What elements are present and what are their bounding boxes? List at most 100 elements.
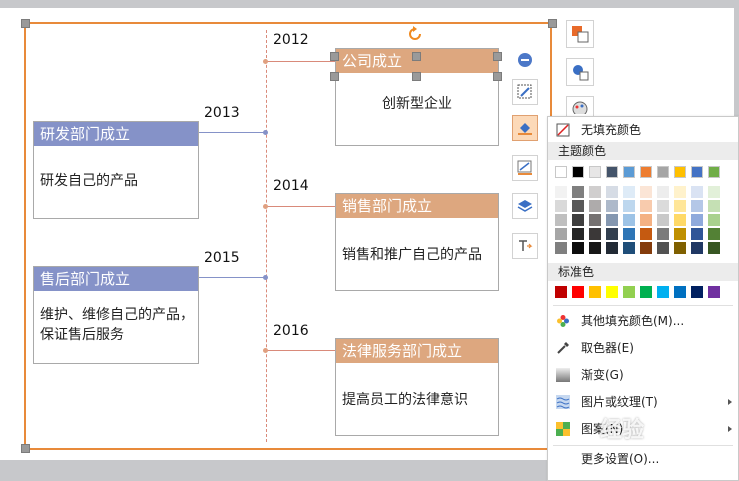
theme-shade-swatch[interactable] (623, 228, 635, 240)
theme-shade-swatch[interactable] (623, 214, 635, 226)
theme-shade-swatch[interactable] (657, 186, 669, 198)
event-card-2014[interactable]: 销售部门成立 销售和推广自己的产品 (335, 193, 499, 291)
theme-color-swatch[interactable] (657, 166, 669, 178)
resize-handle[interactable] (330, 72, 339, 81)
standard-color-swatch[interactable] (657, 286, 669, 298)
resize-handle[interactable] (412, 52, 421, 61)
theme-shade-swatch[interactable] (555, 242, 567, 254)
theme-shade-swatch[interactable] (589, 186, 601, 198)
remove-item-button[interactable] (518, 53, 532, 67)
standard-color-swatch[interactable] (589, 286, 601, 298)
standard-color-swatch[interactable] (708, 286, 720, 298)
theme-shade-swatch[interactable] (708, 186, 720, 198)
theme-shade-swatch[interactable] (555, 228, 567, 240)
theme-shade-swatch[interactable] (708, 200, 720, 212)
theme-shade-swatch[interactable] (640, 186, 652, 198)
theme-shade-swatch[interactable] (674, 200, 686, 212)
resize-handle[interactable] (330, 52, 339, 61)
text-wrap-button[interactable] (512, 233, 538, 259)
theme-shade-swatch[interactable] (589, 228, 601, 240)
theme-shade-swatch[interactable] (657, 228, 669, 240)
rotate-handle-icon[interactable] (408, 26, 422, 42)
theme-shade-swatch[interactable] (606, 186, 618, 198)
standard-color-swatch[interactable] (555, 286, 567, 298)
theme-shade-swatch[interactable] (623, 186, 635, 198)
theme-shade-swatch[interactable] (674, 186, 686, 198)
theme-shade-swatch[interactable] (674, 214, 686, 226)
theme-shade-swatch[interactable] (691, 242, 703, 254)
standard-color-swatch[interactable] (674, 286, 686, 298)
resize-handle-bottom-left[interactable] (21, 444, 30, 453)
resize-handle[interactable] (412, 72, 421, 81)
standard-color-swatch[interactable] (606, 286, 618, 298)
more-settings-option[interactable]: 更多设置(O)... (548, 447, 738, 471)
fill-color-button[interactable] (512, 115, 538, 141)
theme-shade-swatch[interactable] (623, 242, 635, 254)
theme-shade-swatch[interactable] (691, 228, 703, 240)
line-color-button[interactable] (512, 155, 538, 181)
standard-color-swatch[interactable] (640, 286, 652, 298)
theme-shade-swatch[interactable] (640, 228, 652, 240)
theme-shade-swatch[interactable] (555, 214, 567, 226)
theme-shade-swatch[interactable] (657, 200, 669, 212)
properties-panel-button[interactable] (566, 58, 594, 86)
theme-shade-swatch[interactable] (589, 214, 601, 226)
theme-shade-swatch[interactable] (572, 242, 584, 254)
theme-shade-swatch[interactable] (555, 200, 567, 212)
theme-color-swatch[interactable] (708, 166, 720, 178)
theme-shade-swatch[interactable] (674, 242, 686, 254)
theme-shade-swatch[interactable] (606, 242, 618, 254)
picture-texture-option[interactable]: 图片或纹理(T) (548, 390, 738, 414)
theme-shade-swatch[interactable] (640, 200, 652, 212)
theme-shade-swatch[interactable] (691, 186, 703, 198)
theme-shade-swatch[interactable] (708, 214, 720, 226)
theme-shade-swatch[interactable] (657, 214, 669, 226)
theme-color-swatch[interactable] (589, 166, 601, 178)
more-fill-colors-option[interactable]: 其他填充颜色(M)... (548, 309, 738, 333)
theme-shade-swatch[interactable] (572, 214, 584, 226)
theme-color-swatch[interactable] (623, 166, 635, 178)
no-fill-option[interactable]: 无填充颜色 (548, 118, 738, 142)
theme-shade-swatch[interactable] (606, 200, 618, 212)
standard-color-swatch[interactable] (691, 286, 703, 298)
theme-shade-swatch[interactable] (606, 228, 618, 240)
theme-shade-swatch[interactable] (657, 242, 669, 254)
theme-color-swatch[interactable] (572, 166, 584, 178)
resize-handle-top-right[interactable] (548, 19, 557, 28)
event-card-2012[interactable]: 公司成立 创新型企业 (335, 48, 499, 146)
theme-shade-swatch[interactable] (640, 214, 652, 226)
theme-shade-swatch[interactable] (555, 186, 567, 198)
standard-color-swatch[interactable] (623, 286, 635, 298)
theme-shade-swatch[interactable] (708, 242, 720, 254)
theme-color-swatch[interactable] (640, 166, 652, 178)
theme-shade-swatch[interactable] (691, 214, 703, 226)
theme-shade-swatch[interactable] (572, 200, 584, 212)
theme-color-swatch[interactable] (555, 166, 567, 178)
theme-shade-swatch[interactable] (640, 242, 652, 254)
layers-button[interactable] (512, 193, 538, 219)
standard-color-swatch[interactable] (572, 286, 584, 298)
gradient-option[interactable]: 渐变(G) (548, 363, 738, 387)
theme-shade-swatch[interactable] (623, 200, 635, 212)
palette-panel-button[interactable] (566, 96, 594, 116)
theme-shade-swatch[interactable] (606, 214, 618, 226)
theme-shade-swatch[interactable] (572, 186, 584, 198)
outline-style-button[interactable] (512, 79, 538, 105)
resize-handle-top-left[interactable] (21, 19, 30, 28)
shape-panel-button[interactable] (566, 20, 594, 48)
resize-handle[interactable] (493, 52, 502, 61)
theme-shade-swatch[interactable] (572, 228, 584, 240)
theme-color-swatch[interactable] (606, 166, 618, 178)
resize-handle[interactable] (493, 72, 502, 81)
event-card-2015[interactable]: 售后部门成立 维护、维修自己的产品， 保证售后服务 (33, 266, 199, 364)
theme-color-swatch[interactable] (691, 166, 703, 178)
theme-color-swatch[interactable] (674, 166, 686, 178)
theme-shade-swatch[interactable] (708, 228, 720, 240)
eyedropper-option[interactable]: 取色器(E) (548, 336, 738, 360)
theme-shade-swatch[interactable] (589, 242, 601, 254)
theme-shade-swatch[interactable] (674, 228, 686, 240)
theme-shade-swatch[interactable] (691, 200, 703, 212)
event-card-2016[interactable]: 法律服务部门成立 提高员工的法律意识 (335, 338, 499, 436)
event-card-2013[interactable]: 研发部门成立 研发自己的产品 (33, 121, 199, 219)
theme-shade-swatch[interactable] (589, 200, 601, 212)
